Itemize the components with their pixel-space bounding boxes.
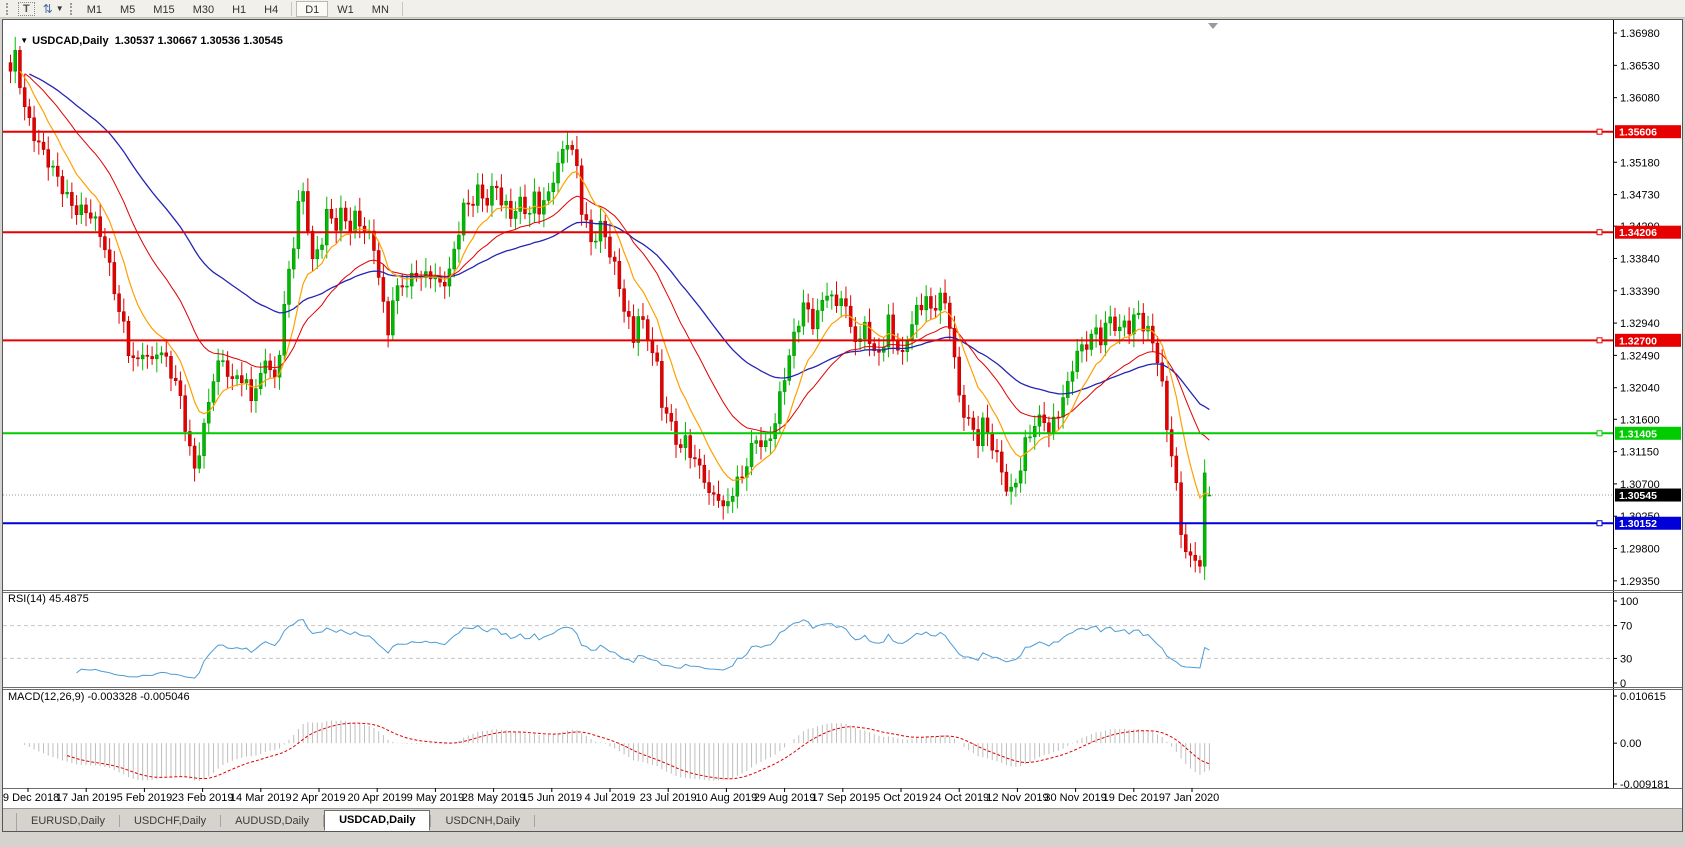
arrange-charts-button[interactable]: ⇅ ▼ bbox=[43, 3, 64, 15]
timeframe-button-d1[interactable]: D1 bbox=[296, 1, 328, 17]
timeframe-button-m15[interactable]: M15 bbox=[144, 1, 183, 17]
rsi-indicator-label: RSI(14) 45.4875 bbox=[8, 593, 89, 605]
date-label: 5 Feb 2019 bbox=[117, 792, 173, 804]
date-label: 20 Apr 2019 bbox=[348, 792, 407, 804]
level-line-handle[interactable] bbox=[1597, 230, 1602, 235]
price-tick-label: 1.31600 bbox=[1620, 414, 1660, 426]
toolbar-grip-icon[interactable] bbox=[70, 3, 72, 15]
tab-eurusd[interactable]: EURUSD,Daily bbox=[17, 812, 119, 831]
price-tick-label: 1.32490 bbox=[1620, 350, 1660, 362]
date-label: 30 Nov 2019 bbox=[1044, 792, 1106, 804]
timeframe-button-m5[interactable]: M5 bbox=[111, 1, 144, 17]
price-tick-label: 1.29350 bbox=[1620, 576, 1660, 588]
price-tick-label: 1.36080 bbox=[1620, 93, 1660, 105]
price-tick-label: 1.31150 bbox=[1620, 447, 1659, 459]
level-line-handle[interactable] bbox=[1597, 431, 1602, 436]
symbol-title: USDCAD,Daily bbox=[32, 35, 108, 47]
timeframe-button-mn[interactable]: MN bbox=[363, 1, 398, 17]
macd-tick-label: -0.009181 bbox=[1620, 779, 1670, 791]
date-axis[interactable]: 29 Dec 201817 Jan 20195 Feb 201923 Feb 2… bbox=[3, 788, 1219, 804]
date-label: 2 Apr 2019 bbox=[292, 792, 345, 804]
date-label: 17 Jan 2019 bbox=[56, 792, 117, 804]
arrange-icon: ⇅ bbox=[43, 3, 53, 15]
price-tick-label: 1.33390 bbox=[1620, 286, 1660, 298]
ohlc-quote: 1.30537 1.30667 1.30536 1.30545 bbox=[115, 35, 283, 47]
price-level-label[interactable]: 1.30152 bbox=[1619, 518, 1657, 530]
toolbar-divider bbox=[402, 2, 403, 16]
chevron-down-icon[interactable]: ▼ bbox=[56, 4, 64, 13]
price-tick-label: 1.36980 bbox=[1620, 28, 1660, 40]
price-level-label[interactable]: 1.34206 bbox=[1619, 227, 1657, 239]
date-label: 14 Mar 2019 bbox=[230, 792, 292, 804]
timeframe-toolbar: M1M5M15M30H1H4 D1W1MN bbox=[78, 1, 407, 17]
timeframe-button-h4[interactable]: H4 bbox=[255, 1, 287, 17]
price-tick-label: 1.36530 bbox=[1620, 60, 1660, 72]
chart-canvas[interactable]: 1.36980 1.36530 1.36080 1.35180 1.34730 1.342… bbox=[3, 20, 1682, 831]
tab-separator bbox=[534, 815, 535, 827]
price-level-label[interactable]: 1.35606 bbox=[1619, 127, 1657, 139]
timeframe-button-w1[interactable]: W1 bbox=[328, 1, 363, 17]
rsi-line bbox=[77, 620, 1210, 679]
tabbar-stub bbox=[3, 813, 17, 831]
date-label: 9 May 2019 bbox=[407, 792, 464, 804]
date-label: 23 Feb 2019 bbox=[172, 792, 234, 804]
rsi-tick-label: 0 bbox=[1620, 678, 1626, 690]
date-label: 29 Aug 2019 bbox=[754, 792, 816, 804]
tab-audusd[interactable]: AUDUSD,Daily bbox=[221, 812, 323, 831]
price-tick-label: 1.32040 bbox=[1620, 383, 1660, 395]
rsi-tick-label: 100 bbox=[1620, 596, 1638, 608]
top-toolbar: T ⇅ ▼ M1M5M15M30H1H4 D1W1MN bbox=[0, 0, 1685, 18]
chart-collapse-icon[interactable]: ▼ bbox=[20, 36, 28, 45]
ma-medium-line bbox=[25, 74, 1210, 441]
price-level-label[interactable]: 1.32700 bbox=[1619, 335, 1657, 347]
macd-indicator-label: MACD(12,26,9) -0.003328 -0.005046 bbox=[8, 691, 190, 703]
price-tick-label: 1.29800 bbox=[1620, 544, 1660, 556]
date-label: 10 Aug 2019 bbox=[696, 792, 758, 804]
text-tool-button[interactable]: T bbox=[18, 2, 35, 16]
date-label: 28 May 2019 bbox=[462, 792, 526, 804]
candlesticks bbox=[9, 37, 1211, 580]
date-label: 15 Jun 2019 bbox=[522, 792, 583, 804]
date-label: 5 Oct 2019 bbox=[874, 792, 928, 804]
price-tick-label: 1.32940 bbox=[1620, 318, 1660, 330]
chart-window: 1.36980 1.36530 1.36080 1.35180 1.34730 1.342… bbox=[2, 19, 1683, 832]
date-label: 7 Jan 2020 bbox=[1165, 792, 1219, 804]
date-label: 4 Jul 2019 bbox=[585, 792, 636, 804]
price-tick-label: 1.34730 bbox=[1620, 190, 1660, 202]
toolbar-divider bbox=[291, 2, 292, 16]
rsi-tick-label: 30 bbox=[1620, 653, 1632, 665]
date-label: 23 Jul 2019 bbox=[640, 792, 697, 804]
level-line-handle[interactable] bbox=[1597, 521, 1602, 526]
timeframe-button-m1[interactable]: M1 bbox=[78, 1, 111, 17]
date-label: 24 Oct 2019 bbox=[929, 792, 989, 804]
chart-tabs: EURUSD,DailyUSDCHF,DailyAUDUSD,DailyUSDC… bbox=[3, 808, 1682, 831]
macd-tick-label: 0.010615 bbox=[1620, 691, 1666, 703]
toolbar-grip-icon[interactable] bbox=[6, 3, 8, 15]
price-tick-label: 1.35180 bbox=[1620, 157, 1660, 169]
date-label: 17 Sep 2019 bbox=[812, 792, 874, 804]
tab-usdcad[interactable]: USDCAD,Daily bbox=[324, 810, 430, 831]
quote-bar: ▼ USDCAD,Daily 1.30537 1.30667 1.30536 1.… bbox=[8, 23, 283, 59]
timeframe-button-h1[interactable]: H1 bbox=[223, 1, 255, 17]
timeframe-button-m30[interactable]: M30 bbox=[184, 1, 223, 17]
current-price-label: 1.30545 bbox=[1619, 490, 1657, 502]
date-label: 19 Dec 2019 bbox=[1103, 792, 1165, 804]
level-line-handle[interactable] bbox=[1597, 338, 1602, 343]
level-line-handle[interactable] bbox=[1597, 129, 1602, 134]
macd-histogram bbox=[20, 720, 1209, 781]
ma-slow-line bbox=[29, 74, 1209, 410]
price-level-label[interactable]: 1.31405 bbox=[1619, 428, 1657, 440]
tab-usdcnh[interactable]: USDCNH,Daily bbox=[431, 812, 534, 831]
rsi-tick-label: 70 bbox=[1620, 621, 1632, 633]
date-label: 29 Dec 2018 bbox=[3, 792, 59, 804]
price-tick-label: 1.33840 bbox=[1620, 253, 1660, 265]
macd-tick-label: 0.00 bbox=[1620, 738, 1641, 750]
tab-usdchf[interactable]: USDCHF,Daily bbox=[120, 812, 220, 831]
date-label: 12 Nov 2019 bbox=[986, 792, 1048, 804]
chart-shift-marker-icon[interactable] bbox=[1208, 23, 1218, 29]
